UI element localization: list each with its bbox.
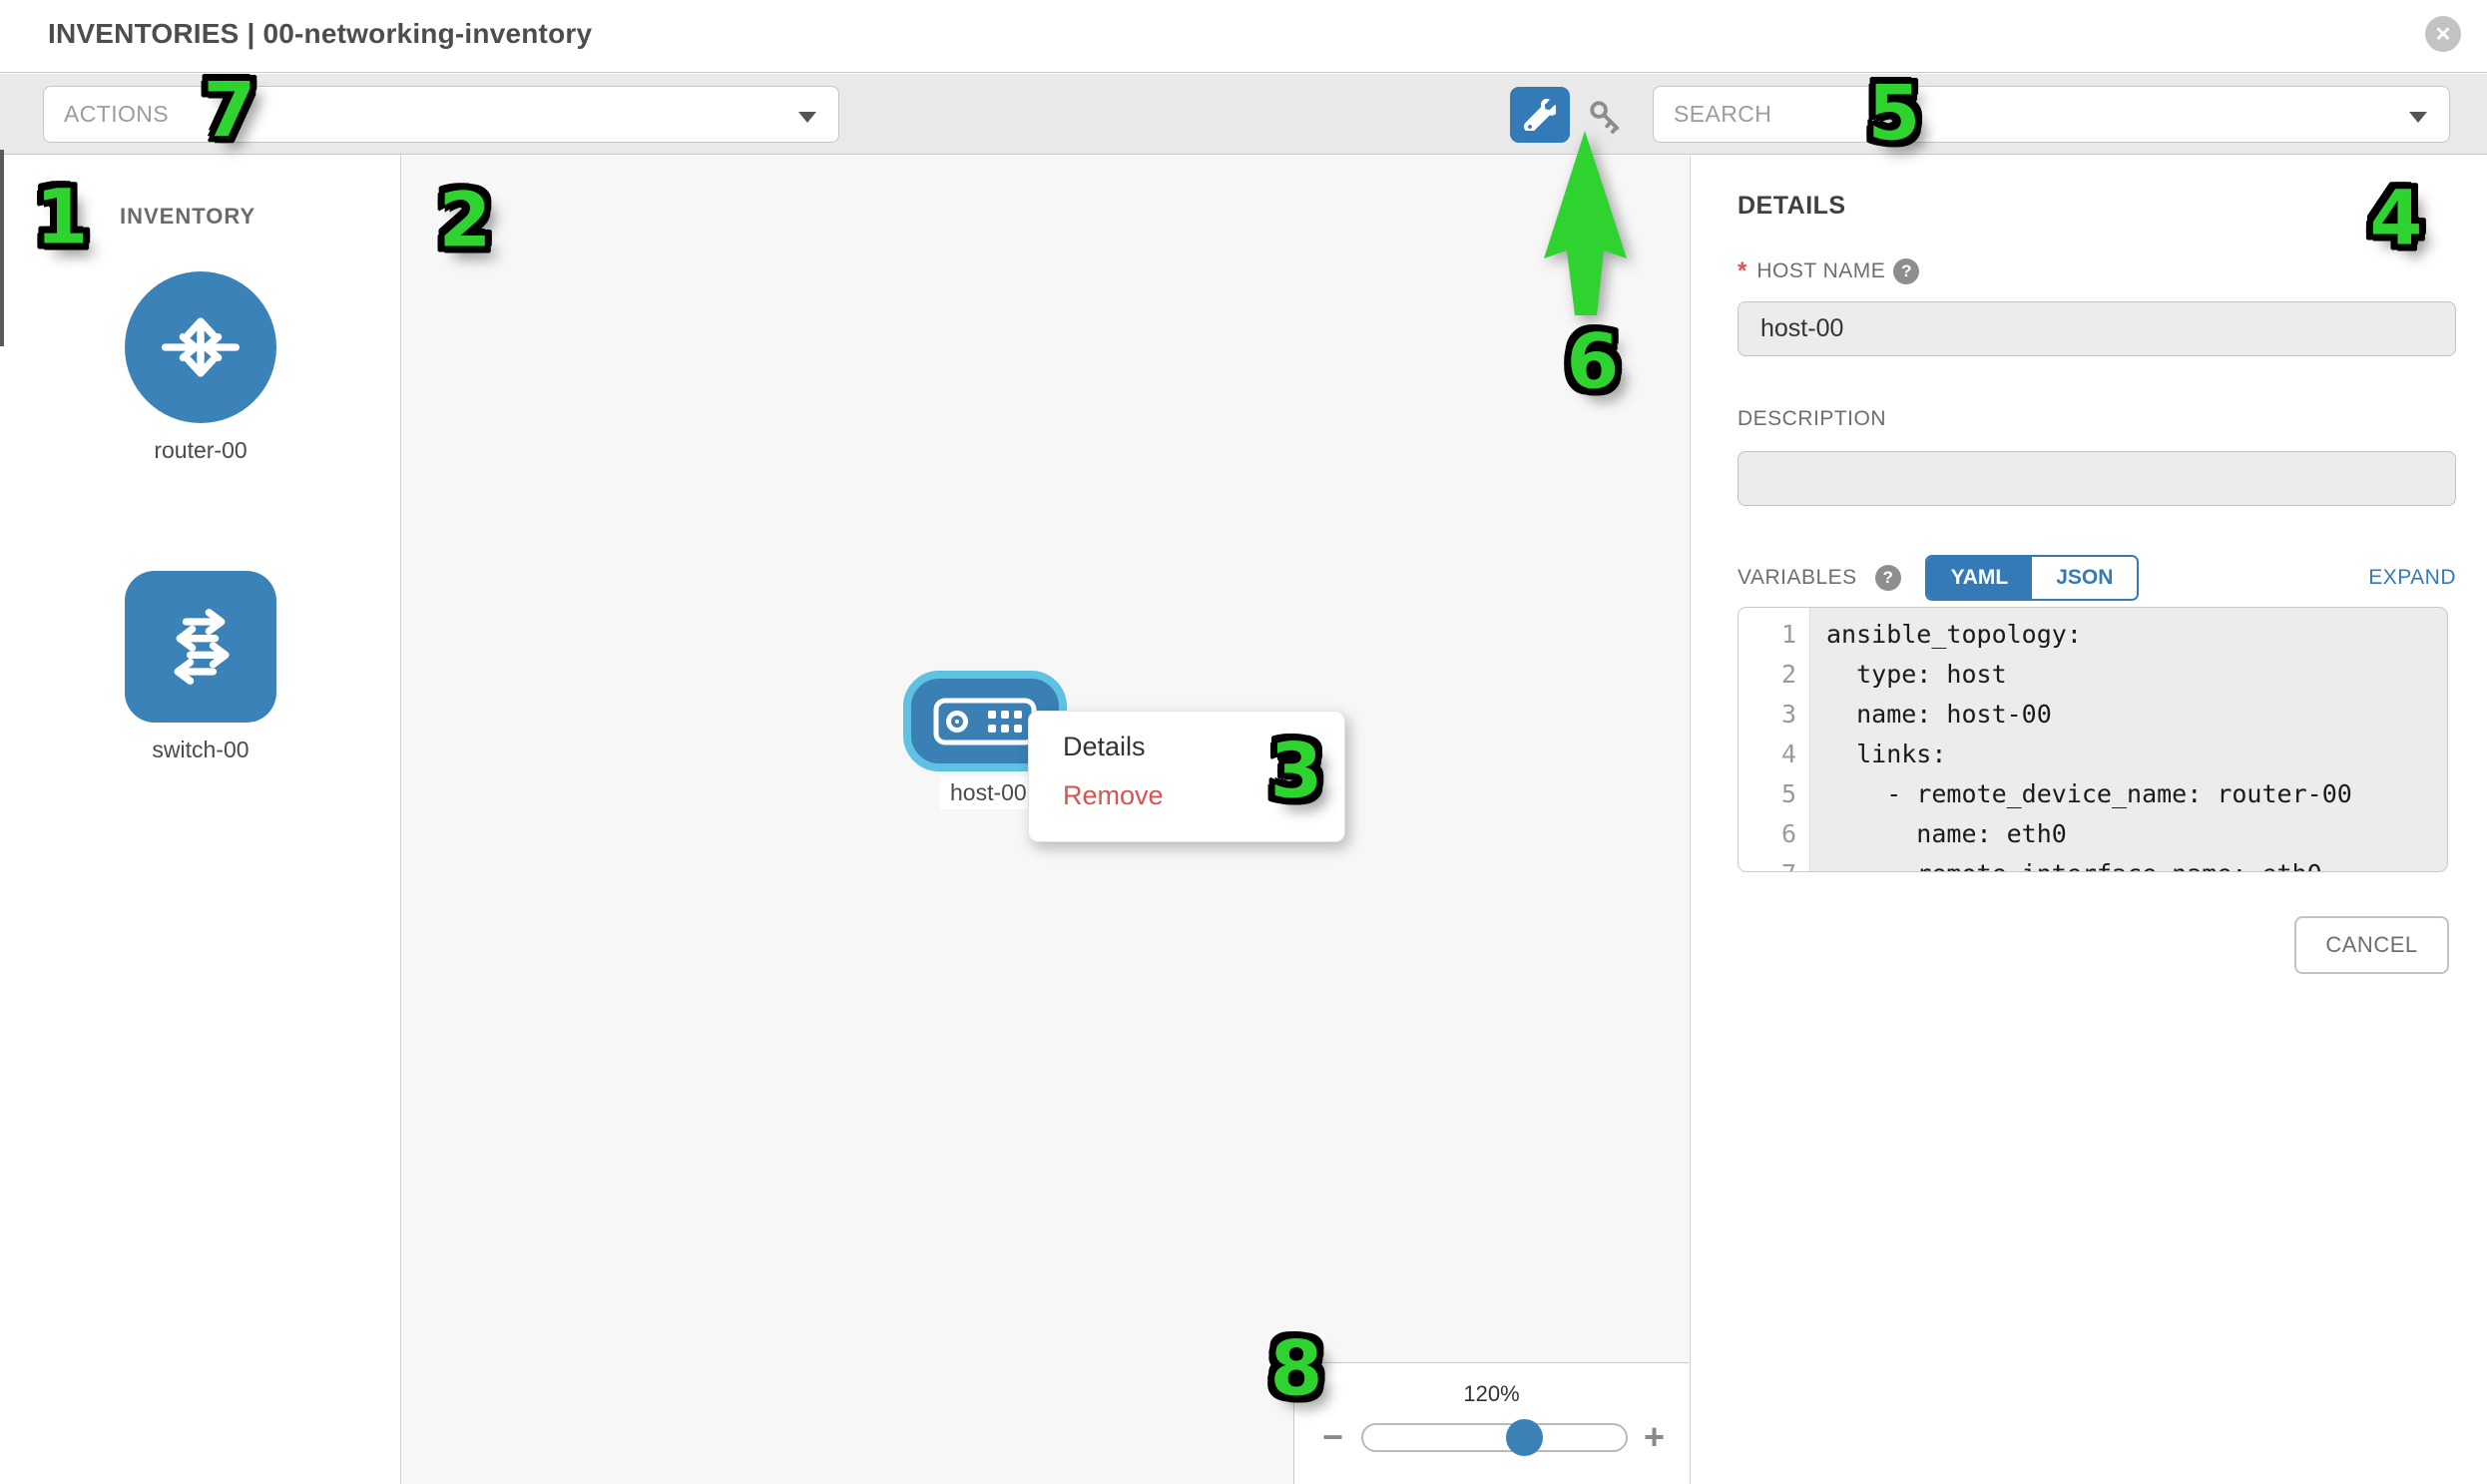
actions-dropdown[interactable]: ACTIONS bbox=[43, 86, 839, 143]
header: INVENTORIES | 00-networking-inventory ✕ bbox=[0, 0, 2487, 73]
actions-dropdown-label: ACTIONS bbox=[64, 101, 169, 128]
zoom-slider[interactable] bbox=[1361, 1423, 1628, 1452]
tools-button[interactable] bbox=[1510, 87, 1570, 143]
chevron-down-icon bbox=[798, 112, 816, 123]
close-icon[interactable]: ✕ bbox=[2425, 16, 2461, 52]
palette-item-switch[interactable]: switch-00 bbox=[125, 571, 276, 763]
host-name-input[interactable] bbox=[1738, 301, 2456, 356]
variables-row: VARIABLES ? YAML JSON EXPAND bbox=[1738, 555, 2456, 601]
router-icon bbox=[125, 271, 276, 423]
zoom-level-value: 120% bbox=[1294, 1381, 1689, 1407]
description-label: DESCRIPTION bbox=[1738, 407, 1886, 431]
zoom-out-button[interactable]: − bbox=[1322, 1415, 1343, 1459]
palette-item-label: router-00 bbox=[125, 437, 276, 464]
main-area: INVENTORY router-00 bbox=[0, 156, 2487, 1484]
toolbar: ACTIONS SEARCH bbox=[0, 74, 2487, 155]
editor-line: 7 remote_interface_name: eth0 bbox=[1739, 854, 2447, 872]
search-dropdown[interactable]: SEARCH bbox=[1653, 86, 2450, 143]
inventory-sidebar: INVENTORY router-00 bbox=[0, 156, 401, 1484]
zoom-slider-thumb[interactable] bbox=[1506, 1419, 1543, 1456]
zoom-widget: 120% − + bbox=[1293, 1362, 1689, 1484]
sidebar-edge-mark bbox=[0, 150, 4, 346]
context-menu-item-details[interactable]: Details bbox=[1063, 732, 1344, 762]
cancel-button[interactable]: CANCEL bbox=[2294, 916, 2449, 974]
editor-line: 5 - remote_device_name: router-00 bbox=[1739, 774, 2447, 814]
description-input[interactable] bbox=[1738, 451, 2456, 506]
editor-line: 6 name: eth0 bbox=[1739, 814, 2447, 854]
switch-icon bbox=[125, 571, 276, 723]
expand-link[interactable]: EXPAND bbox=[2368, 566, 2456, 590]
inventory-topology-app: INVENTORIES | 00-networking-inventory ✕ … bbox=[0, 0, 2487, 1484]
host-name-label-row: * HOST NAME ? bbox=[1738, 257, 1919, 285]
palette-item-label: switch-00 bbox=[125, 737, 276, 763]
page-title: INVENTORIES | 00-networking-inventory bbox=[48, 18, 592, 50]
required-marker: * bbox=[1738, 257, 1746, 285]
host-node-label: host-00 bbox=[940, 776, 1037, 809]
context-menu-item-remove[interactable]: Remove bbox=[1063, 780, 1344, 811]
tab-yaml[interactable]: YAML bbox=[1927, 557, 2033, 599]
details-heading: DETAILS bbox=[1738, 192, 1846, 221]
editor-line: 1ansible_topology: bbox=[1739, 615, 2447, 655]
tab-json[interactable]: JSON bbox=[2032, 557, 2137, 599]
details-panel: DETAILS * HOST NAME ? DESCRIPTION VARIAB… bbox=[1690, 156, 2487, 1484]
palette-item-router[interactable]: router-00 bbox=[125, 271, 276, 464]
zoom-in-button[interactable]: + bbox=[1644, 1415, 1665, 1459]
host-name-label: HOST NAME bbox=[1756, 259, 1885, 283]
help-icon[interactable]: ? bbox=[1893, 258, 1919, 284]
node-context-menu: Details Remove bbox=[1028, 711, 1345, 842]
search-dropdown-label: SEARCH bbox=[1674, 101, 1771, 128]
editor-line: 4 links: bbox=[1739, 735, 2447, 774]
key-icon bbox=[1586, 97, 1626, 137]
variables-label: VARIABLES bbox=[1738, 566, 1857, 590]
wrench-icon bbox=[1524, 99, 1556, 131]
help-icon[interactable]: ? bbox=[1875, 565, 1901, 591]
variables-editor[interactable]: 1ansible_topology: 2 type: host 3 name: … bbox=[1738, 607, 2448, 872]
chevron-down-icon bbox=[2409, 112, 2427, 123]
editor-line: 2 type: host bbox=[1739, 655, 2447, 695]
description-label-row: DESCRIPTION bbox=[1738, 407, 1886, 431]
sidebar-heading: INVENTORY bbox=[120, 204, 255, 230]
topology-canvas[interactable]: host-00 Details Remove 120% − + bbox=[401, 156, 1689, 1484]
variables-format-toggle: YAML JSON bbox=[1925, 555, 2140, 601]
host-server-icon bbox=[933, 698, 1037, 745]
key-button[interactable] bbox=[1585, 96, 1627, 138]
editor-line: 3 name: host-00 bbox=[1739, 695, 2447, 735]
